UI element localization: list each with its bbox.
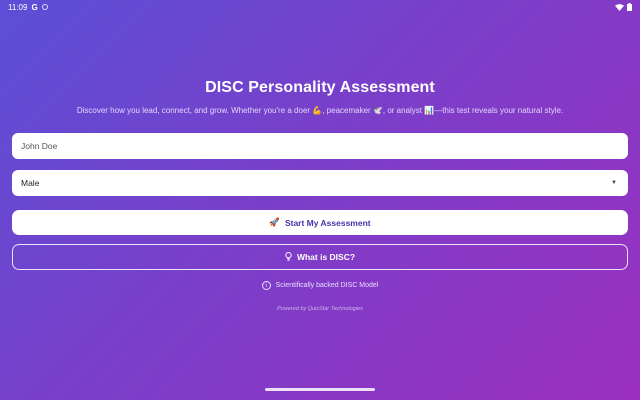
info-icon: i (261, 281, 271, 290)
battery-icon (627, 3, 632, 11)
info-text: Scientifically backed DISC Model (275, 282, 379, 289)
home-indicator[interactable] (265, 388, 375, 391)
wifi-icon (615, 3, 624, 11)
gender-select-value: Male (21, 178, 40, 188)
name-input[interactable]: John Doe (12, 133, 628, 159)
rocket-icon: 🚀 (269, 217, 280, 227)
page-subtitle: Discover how you lead, connect, and grow… (76, 106, 564, 115)
status-bar: 11:09 G (0, 0, 640, 14)
name-input-value: John Doe (21, 141, 58, 151)
gender-select[interactable]: Male ▼ (12, 170, 628, 196)
google-icon: G (31, 2, 38, 12)
status-left: 11:09 G (8, 3, 48, 12)
page-title: DISC Personality Assessment (205, 79, 435, 96)
lightbulb-icon (285, 251, 292, 263)
what-is-disc-button[interactable]: What is DISC? (12, 244, 628, 270)
start-assessment-button[interactable]: 🚀 Start My Assessment (12, 210, 628, 235)
chevron-down-icon: ▼ (611, 180, 617, 186)
info-line: i Scientifically backed DISC Model (0, 281, 640, 290)
status-right (615, 3, 632, 11)
status-time: 11:09 (8, 2, 28, 12)
notification-dot-icon (41, 4, 48, 10)
start-assessment-label: Start My Assessment (284, 217, 371, 228)
powered-by-text: Powered by QuizStar Technologies (277, 306, 363, 312)
what-is-disc-label: What is DISC? (296, 252, 356, 262)
